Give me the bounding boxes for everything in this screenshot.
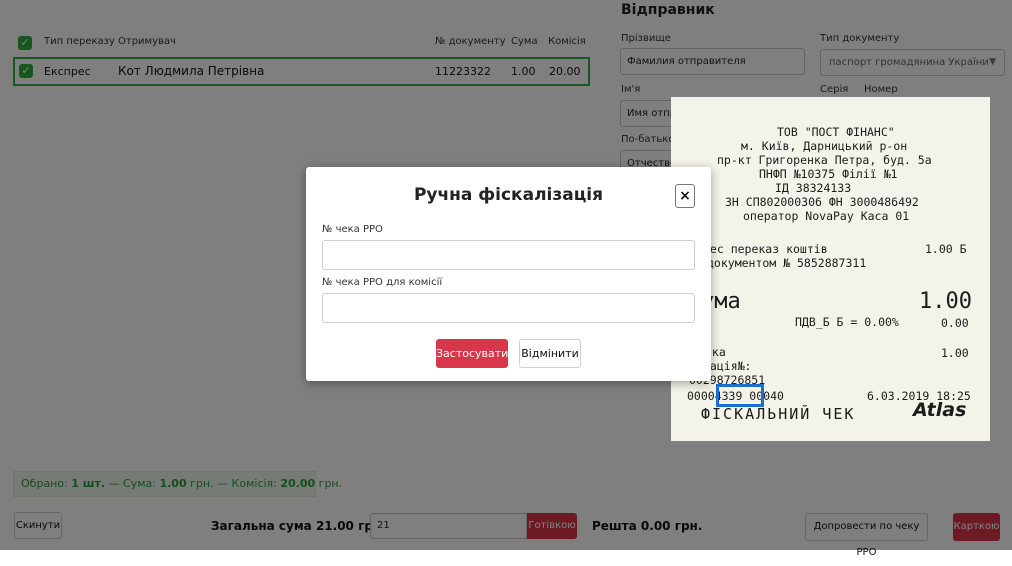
prro-check-label: № чека РРО bbox=[322, 224, 383, 235]
receipt-line: м. Київ, Дарницький р-он bbox=[741, 139, 908, 153]
receipt-amount: 1.00 bbox=[941, 346, 969, 360]
receipt-vat-value: 0.00 bbox=[941, 316, 969, 330]
prro-fee-check-input[interactable] bbox=[322, 293, 695, 323]
receipt-line: пес переказ коштів bbox=[703, 242, 828, 256]
receipt-line: ІД 38324133 bbox=[775, 181, 852, 195]
receipt-line: оператор NovaPay Каса 01 bbox=[743, 209, 910, 223]
receipt-line: ТОВ "ПОСТ ФІНАНС" bbox=[777, 125, 895, 139]
receipt-line: ЗН СП802000306 ФН 3000486492 bbox=[725, 195, 919, 209]
apply-button[interactable]: Застосувати bbox=[436, 339, 508, 368]
receipt-amount-big: 1.00 bbox=[919, 289, 972, 314]
receipt-line: ПДВ_Б Б = 0.00% bbox=[795, 315, 899, 329]
prro-fee-check-label: № чека РРО для комісії bbox=[322, 277, 443, 288]
manual-fiscalization-modal: Ручна фіскалізація bbox=[306, 167, 711, 381]
receipt-amount: 1.00 Б bbox=[925, 242, 967, 256]
receipt-line: ФІСКАЛЬНИЙ ЧЕК bbox=[701, 405, 856, 423]
check-number-highlight bbox=[716, 384, 764, 407]
receipt-line: пр-кт Григоренка Петра, буд. 5а bbox=[717, 153, 932, 167]
receipt-line: ПНФП №10375 Філії №1 bbox=[759, 167, 898, 181]
prro-check-input[interactable] bbox=[322, 240, 695, 270]
cancel-button[interactable]: Відмінити bbox=[519, 339, 581, 368]
atlas-logo: Atlas bbox=[913, 399, 967, 421]
modal-title: Ручна фіскалізація bbox=[413, 185, 604, 205]
close-icon[interactable]: × bbox=[675, 184, 695, 208]
receipt-line: документом № 5852887311 bbox=[707, 256, 867, 270]
